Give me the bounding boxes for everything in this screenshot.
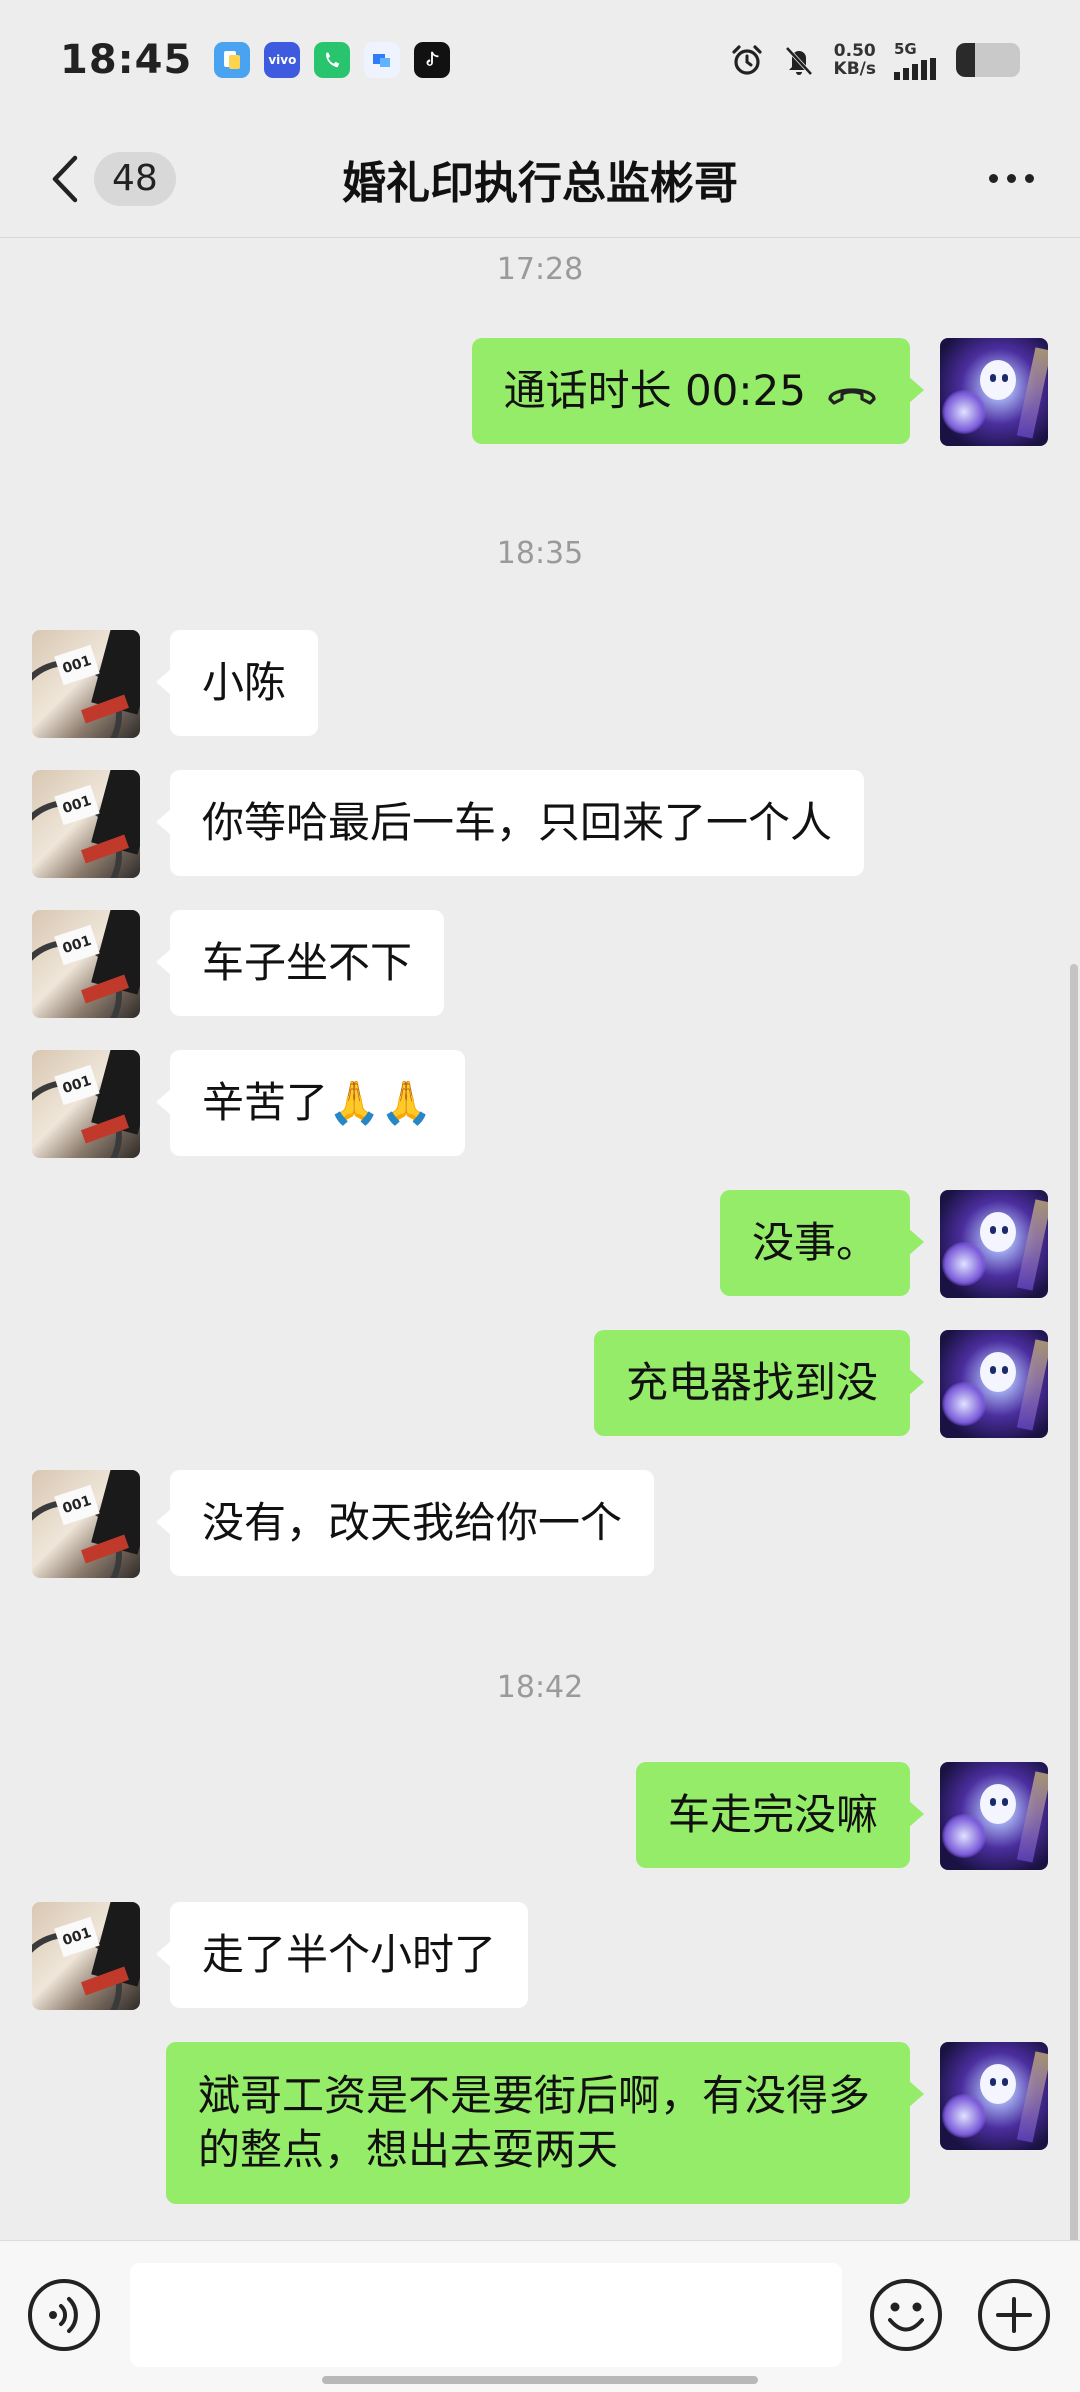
message-text: 你等哈最后一车，只回来了一个人 <box>202 798 833 847</box>
browser-app-icon <box>364 42 401 78</box>
my-avatar[interactable] <box>940 1190 1048 1298</box>
message-bubble[interactable]: 没有，改天我给你一个 <box>155 1470 655 1576</box>
message-text: 小陈 <box>202 658 287 707</box>
message-bubble[interactable]: 小陈 <box>155 630 319 736</box>
signal-icon <box>894 58 936 80</box>
more-options-button[interactable] <box>976 149 1046 209</box>
my-avatar[interactable] <box>940 338 1048 446</box>
message-text: 斌哥工资是不是要街后啊，有没得多的整点，想出去耍两天 <box>198 2071 871 2174</box>
battery-icon <box>956 43 1020 77</box>
signal-group: 5G <box>894 40 938 80</box>
message-text: 车走完没嘛 <box>667 1790 878 1839</box>
message-text: 充电器找到没 <box>625 1358 878 1407</box>
alarm-icon <box>731 45 762 75</box>
message-timestamp: 18:42 <box>496 1670 584 1705</box>
chevron-left-icon <box>52 155 78 202</box>
message-input[interactable] <box>130 2263 842 2367</box>
message-bubble[interactable]: 走了半个小时了 <box>155 1902 529 2008</box>
my-avatar[interactable] <box>940 1330 1048 1438</box>
emoji-icon[interactable] <box>868 2277 944 2353</box>
battery-fill <box>956 43 976 77</box>
contact-avatar[interactable]: 001 <box>32 1470 140 1578</box>
phone-app-icon <box>314 42 351 78</box>
message-text: 辛苦了🙏🙏 <box>202 1078 433 1127</box>
back-button[interactable] <box>34 149 94 209</box>
message-text: 通话时长 00:25 <box>503 366 806 415</box>
files-app-icon <box>214 42 251 78</box>
tiktok-app-icon <box>414 42 451 78</box>
message-text: 没事。 <box>751 1218 878 1267</box>
contact-avatar[interactable]: 001 <box>32 910 140 1018</box>
message-text: 走了半个小时了 <box>202 1930 497 1979</box>
contact-avatar[interactable]: 001 <box>32 770 140 878</box>
network-speed: 0.50 KB/s <box>834 42 876 78</box>
network-speed-unit: KB/s <box>833 59 876 79</box>
contact-avatar[interactable]: 001 <box>32 1050 140 1158</box>
message-bubble[interactable]: 斌哥工资是不是要街后啊，有没得多的整点，想出去耍两天 <box>166 2042 924 2204</box>
chat-header: 48 婚礼印执行总监彬哥 <box>0 120 1080 238</box>
message-timestamp: 18:35 <box>496 536 584 571</box>
status-indicators: 0.50 KB/s 5G <box>730 40 1020 80</box>
message-timestamp: 17:28 <box>496 252 584 287</box>
status-app-icons: vivo <box>214 42 451 78</box>
home-indicator[interactable] <box>322 2376 758 2384</box>
input-bar <box>0 2240 1080 2392</box>
status-time: 18:45 <box>60 37 193 83</box>
contact-avatar[interactable]: 001 <box>32 630 140 738</box>
contact-avatar[interactable]: 001 <box>32 1902 140 2010</box>
phone-hangup-icon <box>828 388 876 405</box>
message-text: 没有，改天我给你一个 <box>202 1498 623 1547</box>
mute-bell-icon <box>785 46 813 76</box>
message-bubble[interactable]: 没事。 <box>719 1190 925 1296</box>
network-type: 5G <box>894 40 917 58</box>
my-avatar[interactable] <box>940 2042 1048 2150</box>
voice-icon[interactable] <box>26 2277 102 2353</box>
vivo-app-icon: vivo <box>264 42 301 78</box>
plus-icon[interactable] <box>976 2277 1052 2353</box>
message-bubble[interactable]: 辛苦了🙏🙏 <box>156 1050 465 1156</box>
status-bar: 18:45 vivo 0.50 KB/s 5G <box>0 0 1080 120</box>
scrollbar[interactable] <box>1070 964 1078 2244</box>
message-text: 车子坐不下 <box>202 938 413 987</box>
unread-count-badge[interactable]: 48 <box>94 151 176 206</box>
my-avatar[interactable] <box>940 1762 1048 1870</box>
message-bubble[interactable]: 充电器找到没 <box>593 1330 925 1436</box>
call-record-bubble[interactable]: 通话时长 00:25 <box>471 338 925 444</box>
message-bubble[interactable]: 车子坐不下 <box>155 910 445 1016</box>
message-bubble[interactable]: 你等哈最后一车，只回来了一个人 <box>155 770 865 876</box>
network-speed-value: 0.50 <box>833 41 876 61</box>
message-bubble[interactable]: 车走完没嘛 <box>635 1762 925 1868</box>
